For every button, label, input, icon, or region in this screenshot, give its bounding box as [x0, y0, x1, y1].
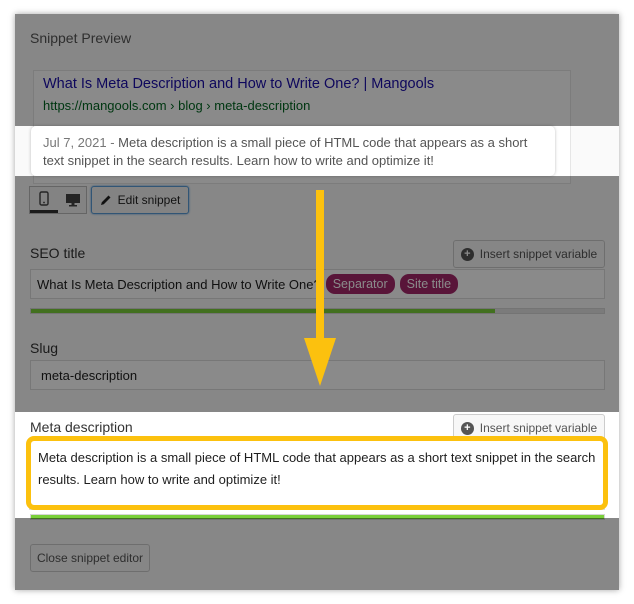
meta-description-label: Meta description — [30, 419, 133, 435]
meta-description-highlight — [26, 436, 608, 510]
insert-variable-label: Insert snippet variable — [479, 421, 598, 435]
serp-description: Jul 7, 2021 - Meta description is a smal… — [31, 126, 555, 176]
snippet-editor-panel: Snippet Preview What Is Meta Description… — [15, 14, 619, 590]
dim-overlay-top — [15, 14, 619, 126]
dim-overlay-bottom — [15, 518, 619, 590]
serp-date: Jul 7, 2021 - — [43, 135, 119, 150]
plus-circle-icon: + — [460, 421, 474, 435]
down-arrow-icon — [304, 190, 336, 386]
